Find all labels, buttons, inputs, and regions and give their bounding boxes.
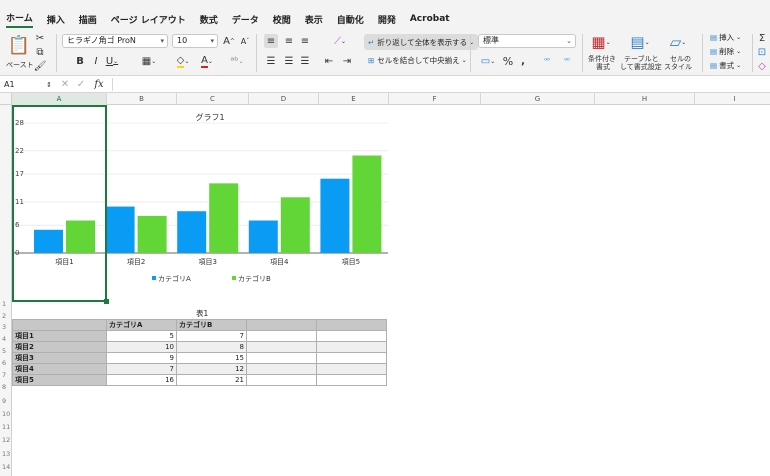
x-tick-label: 項目3 xyxy=(198,258,216,266)
legend-label: カテゴリB xyxy=(238,274,271,283)
table-cell[interactable]: 項目5 xyxy=(12,374,107,386)
table-cell[interactable] xyxy=(316,374,387,386)
table-cell[interactable] xyxy=(316,352,387,364)
table-cell[interactable]: 項目3 xyxy=(12,352,107,364)
table-header xyxy=(316,319,387,331)
table-cell[interactable]: 15 xyxy=(176,352,247,364)
table-cell[interactable]: 8 xyxy=(176,341,247,353)
table-cell[interactable] xyxy=(316,363,387,375)
legend-swatch xyxy=(232,276,236,280)
table-row: 項目2 10 8 xyxy=(12,341,387,353)
table-row: 項目3 9 15 xyxy=(12,352,387,364)
bar-カテゴリB-項目2 xyxy=(137,215,167,253)
legend-label: カテゴリA xyxy=(158,274,191,283)
table-cell[interactable] xyxy=(246,341,317,353)
table-cell[interactable]: 項目1 xyxy=(12,330,107,342)
table-cell[interactable] xyxy=(246,374,317,386)
table-cell[interactable]: 10 xyxy=(106,341,177,353)
fill-handle[interactable] xyxy=(104,299,109,304)
cell-selection xyxy=(12,105,107,302)
bar-カテゴリA-項目2 xyxy=(105,206,135,253)
table-cell[interactable] xyxy=(246,363,317,375)
table-cell[interactable]: 7 xyxy=(176,330,247,342)
table-cell[interactable] xyxy=(316,341,387,353)
table-header: カテゴリB xyxy=(176,319,247,331)
table-cell[interactable]: 項目2 xyxy=(12,341,107,353)
table-cell[interactable]: 12 xyxy=(176,363,247,375)
table-cell[interactable]: 7 xyxy=(106,363,177,375)
table-cell[interactable] xyxy=(316,330,387,342)
table-cell[interactable]: 5 xyxy=(106,330,177,342)
table-cell[interactable] xyxy=(246,352,317,364)
data-table: カテゴリA カテゴリB 項目1 5 7 項目2 10 8 項目3 9 15 項目4 7 12 項目5 16 2… xyxy=(12,319,387,386)
table-row: 項目5 16 21 xyxy=(12,374,387,386)
table-cell[interactable]: 9 xyxy=(106,352,177,364)
table-header xyxy=(246,319,317,331)
table-row: 項目4 7 12 xyxy=(12,363,387,375)
bar-カテゴリB-項目4 xyxy=(280,197,310,253)
x-tick-label: 項目5 xyxy=(342,258,360,266)
bar-カテゴリA-項目3 xyxy=(177,211,207,253)
chart-title: グラフ1 xyxy=(195,112,224,122)
table-cell[interactable]: 21 xyxy=(176,374,247,386)
bar-カテゴリA-項目4 xyxy=(248,220,278,253)
table-title: 表1 xyxy=(196,309,209,318)
table-cell[interactable]: 16 xyxy=(106,374,177,386)
chart[interactable]: グラフ10611172228項目1 項目2 項目3 項目4 項目5カテゴリA カテゴリB xyxy=(0,0,770,476)
x-tick-label: 項目4 xyxy=(270,258,289,266)
bar-カテゴリA-項目5 xyxy=(320,178,350,253)
table-cell[interactable]: 項目4 xyxy=(12,363,107,375)
x-tick-label: 項目2 xyxy=(127,258,145,266)
table-row: 項目1 5 7 xyxy=(12,330,387,342)
table-header xyxy=(12,319,107,331)
legend-swatch xyxy=(152,276,156,280)
bar-カテゴリB-項目3 xyxy=(209,183,239,253)
bar-カテゴリB-項目5 xyxy=(352,155,382,253)
table-header: カテゴリA xyxy=(106,319,177,331)
table-cell[interactable] xyxy=(246,330,317,342)
